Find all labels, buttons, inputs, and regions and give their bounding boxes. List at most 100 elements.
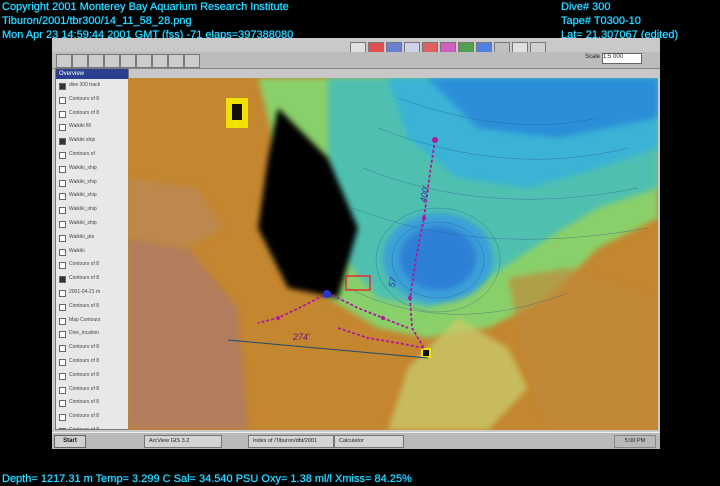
table-of-contents: Overview dive 300 track Contours of 8 Cont…: [55, 68, 129, 430]
file-path-text: Tiburon/2001/tbr300/14_11_58_28.png: [2, 15, 192, 27]
layer-label: Contours of 8: [69, 399, 100, 406]
layer-label: Waikiki_ship: [69, 192, 97, 199]
layer-label: Waikiki_ship: [69, 206, 97, 213]
layer-label: dive 300 track: [69, 82, 101, 88]
layer-label: Contours of 8: [69, 344, 100, 351]
layer-item[interactable]: 2001-04-21 m: [56, 286, 128, 300]
gis-toolbar: Scale 1:5 000: [52, 38, 660, 69]
layer-checkbox[interactable]: [59, 427, 66, 429]
scale-field[interactable]: 1:5 000: [602, 53, 642, 64]
draw-tool-icon[interactable]: [184, 54, 200, 68]
layer-item[interactable]: Waikiki: [56, 245, 128, 259]
layer-label: Waikiki fill: [69, 123, 91, 130]
layer-label: Contours of 8: [69, 261, 100, 268]
taskbar-task-arcview[interactable]: ArcView GIS 3.2: [144, 435, 222, 448]
layer-label: Waikiki_pts: [69, 233, 95, 240]
layer-checkbox[interactable]: [59, 124, 66, 132]
layer-checkbox[interactable]: [59, 345, 66, 353]
layer-checkbox[interactable]: [59, 179, 66, 187]
layer-checkbox[interactable]: [59, 400, 66, 408]
layer-checkbox[interactable]: [59, 331, 66, 339]
layer-item[interactable]: dive 300 track: [56, 79, 128, 93]
layer-checkbox[interactable]: [59, 372, 66, 380]
layer-item[interactable]: Contours of 8: [56, 272, 128, 286]
layer-item[interactable]: Contours of 8: [56, 355, 128, 369]
layer-checkbox[interactable]: [59, 262, 66, 270]
layer-item[interactable]: Contours of: [56, 148, 128, 162]
layer-item[interactable]: Waikiki_pts: [56, 231, 128, 245]
layer-label: Dive_location: [69, 330, 100, 337]
layer-checkbox[interactable]: [59, 207, 66, 215]
layer-label: Waikiki_ship: [69, 178, 97, 185]
layer-item[interactable]: Contours of 8: [56, 93, 128, 107]
layer-label: Contours of 8: [69, 413, 100, 420]
layer-checkbox[interactable]: [59, 276, 66, 284]
windows-taskbar: Start ArcView GIS 3.2 Index of /Tiburon/…: [52, 432, 660, 449]
info-icon[interactable]: [72, 54, 88, 68]
layer-checkbox[interactable]: [59, 358, 66, 366]
layer-item[interactable]: Contours of 8: [56, 341, 128, 355]
taskbar-task-index[interactable]: Index of /Tiburon/dbt/2001: [248, 435, 334, 448]
layer-label: Contours of 8: [69, 385, 100, 392]
pointer-icon[interactable]: [56, 54, 72, 68]
layer-item[interactable]: Waikiki_ship: [56, 176, 128, 190]
scale-label: Scale: [584, 54, 600, 60]
layer-item[interactable]: Contours of 8: [56, 383, 128, 397]
layer-item[interactable]: Contours of 8: [56, 410, 128, 424]
layer-checkbox[interactable]: [59, 220, 66, 228]
layer-checkbox[interactable]: [59, 96, 66, 104]
layer-item[interactable]: Map Contours: [56, 314, 128, 328]
captured-screen: Scale 1:5 000 Overview dive 300 track Con…: [52, 38, 660, 449]
layer-item[interactable]: Contours of 8: [56, 396, 128, 410]
layer-item[interactable]: Contours of 8: [56, 107, 128, 121]
layer-item[interactable]: Waikiki_ship: [56, 203, 128, 217]
tape-number-text: Tape# T0300-10: [561, 15, 641, 27]
layer-checkbox[interactable]: [59, 193, 66, 201]
bathymetry-map-view[interactable]: 274' 400' 57: [128, 78, 658, 430]
layer-checkbox[interactable]: [59, 248, 66, 256]
zoom-tool-icon[interactable]: [104, 54, 120, 68]
layer-checkbox[interactable]: [59, 151, 66, 159]
layer-checkbox[interactable]: [59, 289, 66, 297]
tool-row: [52, 52, 660, 68]
layer-checkbox[interactable]: [59, 165, 66, 173]
layer-label: Waikiki_ship: [69, 164, 97, 171]
text-tool-icon[interactable]: [168, 54, 184, 68]
layer-checkbox[interactable]: [59, 414, 66, 422]
overlay-header-left: Copyright 2001 Monterey Bay Aquarium Res…: [2, 0, 293, 42]
pan-tool-icon[interactable]: [136, 54, 152, 68]
measure-tool-icon[interactable]: [152, 54, 168, 68]
layer-item[interactable]: Contours of 8: [56, 369, 128, 383]
vertex-icon[interactable]: [88, 54, 104, 68]
layer-list: dive 300 track Contours of 8 Contours of 8…: [56, 79, 128, 429]
layer-label: Contours of 8: [69, 275, 100, 282]
layer-item[interactable]: Contours of 8: [56, 424, 128, 429]
layer-item[interactable]: Waikiki fill: [56, 120, 128, 134]
layer-checkbox[interactable]: [59, 110, 66, 118]
layer-checkbox[interactable]: [59, 138, 66, 146]
layer-checkbox[interactable]: [59, 303, 66, 311]
zoom-out-tool-icon[interactable]: [120, 54, 136, 68]
layer-item[interactable]: Contours of 8: [56, 300, 128, 314]
layer-checkbox[interactable]: [59, 234, 66, 242]
bathymetry-map: 274' 400' 57: [128, 78, 658, 430]
layer-label: Contours of 8: [69, 371, 100, 378]
taskbar-clock: 5:00 PM: [614, 435, 656, 448]
layer-label: Waikiki_ship: [69, 219, 97, 226]
layer-checkbox[interactable]: [59, 83, 66, 90]
taskbar-task-calculator[interactable]: Calculator: [334, 435, 404, 448]
layer-item[interactable]: Contours of 8: [56, 258, 128, 272]
layer-item[interactable]: Waikiki_ship: [56, 189, 128, 203]
dive-number-text: Dive# 300: [561, 1, 611, 13]
layer-label: 2001-04-21 m: [69, 288, 101, 295]
overview-title: Overview: [56, 69, 128, 79]
layer-item[interactable]: Dive_location: [56, 327, 128, 341]
layer-item[interactable]: Waikiki_ship: [56, 162, 128, 176]
start-button[interactable]: Start: [54, 435, 86, 448]
layer-item[interactable]: Waikiki ship: [56, 134, 128, 148]
layer-label: Map Contours: [69, 316, 101, 323]
layer-checkbox[interactable]: [59, 317, 66, 325]
layer-checkbox[interactable]: [59, 386, 66, 394]
layer-label: Waikiki: [69, 247, 85, 254]
layer-item[interactable]: Waikiki_ship: [56, 217, 128, 231]
